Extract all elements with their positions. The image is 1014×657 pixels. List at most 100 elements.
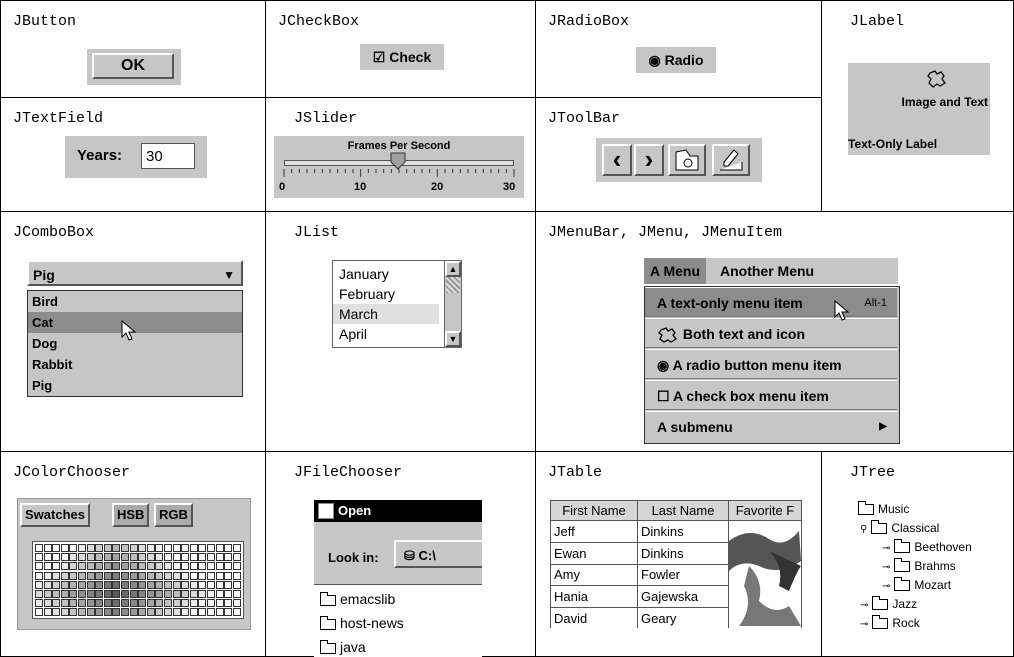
color-swatch[interactable]: [224, 562, 233, 571]
color-swatch[interactable]: [121, 590, 129, 598]
color-swatch[interactable]: [181, 571, 190, 580]
color-swatch[interactable]: [232, 544, 241, 552]
tree-node-jazz[interactable]: ⊸ Jazz: [860, 595, 917, 613]
color-swatch[interactable]: [146, 608, 155, 617]
list-item[interactable]: java: [320, 639, 366, 655]
color-swatch[interactable]: [86, 608, 95, 617]
color-swatch[interactable]: [103, 562, 112, 571]
tool-button-4[interactable]: [712, 144, 750, 176]
color-swatch[interactable]: [189, 608, 198, 617]
combo-box[interactable]: Pig ▼: [27, 260, 243, 286]
color-swatch[interactable]: [69, 553, 78, 562]
color-swatch[interactable]: [215, 599, 224, 608]
color-swatch[interactable]: [215, 580, 224, 589]
color-swatch[interactable]: [198, 608, 207, 617]
color-swatch[interactable]: [78, 608, 86, 617]
color-swatch[interactable]: [146, 571, 155, 580]
color-swatch[interactable]: [35, 544, 43, 552]
color-swatch[interactable]: [69, 590, 78, 598]
color-swatch[interactable]: [43, 590, 52, 598]
color-swatch[interactable]: [146, 553, 155, 562]
color-swatch[interactable]: [121, 580, 129, 589]
combo-option[interactable]: Pig: [28, 375, 242, 396]
color-swatch[interactable]: [35, 571, 43, 580]
color-swatch[interactable]: [146, 599, 155, 608]
color-swatch[interactable]: [129, 562, 138, 571]
color-swatch[interactable]: [207, 580, 215, 589]
color-swatch[interactable]: [95, 580, 104, 589]
color-swatch[interactable]: [86, 580, 95, 589]
color-swatch[interactable]: [103, 580, 112, 589]
menu-a[interactable]: A Menu: [644, 258, 707, 284]
color-swatch[interactable]: [52, 562, 61, 571]
color-swatch[interactable]: [52, 544, 61, 552]
tree-node-classical[interactable]: ⚲ Classical: [860, 519, 939, 537]
color-swatch[interactable]: [52, 608, 61, 617]
menu-item-radio[interactable]: ◉ A radio button menu item: [645, 349, 897, 379]
color-swatch[interactable]: [198, 590, 207, 598]
color-swatch[interactable]: [86, 562, 95, 571]
color-swatch[interactable]: [232, 590, 241, 598]
color-swatch[interactable]: [232, 571, 241, 580]
color-swatch[interactable]: [78, 590, 86, 598]
table-cell[interactable]: Hania: [550, 585, 638, 609]
color-swatch[interactable]: [43, 562, 52, 571]
table-cell[interactable]: Dinkins: [637, 520, 729, 543]
color-swatch[interactable]: [181, 544, 190, 552]
table-cell[interactable]: Geary: [637, 607, 729, 628]
color-swatch[interactable]: [121, 544, 129, 552]
list-item[interactable]: April: [333, 324, 439, 344]
color-swatch[interactable]: [121, 599, 129, 608]
color-swatch[interactable]: [138, 599, 147, 608]
color-swatch[interactable]: [181, 562, 190, 571]
color-swatch[interactable]: [138, 553, 147, 562]
color-swatch[interactable]: [164, 562, 172, 571]
color-swatch[interactable]: [78, 544, 86, 552]
radio-button[interactable]: ◉ Radio: [636, 47, 716, 73]
color-swatch[interactable]: [155, 590, 164, 598]
color-swatch[interactable]: [181, 608, 190, 617]
color-swatch[interactable]: [69, 571, 78, 580]
color-swatch[interactable]: [103, 608, 112, 617]
color-swatch[interactable]: [138, 580, 147, 589]
color-swatch[interactable]: [52, 590, 61, 598]
color-swatch[interactable]: [69, 599, 78, 608]
color-swatch[interactable]: [224, 580, 233, 589]
color-swatch[interactable]: [164, 590, 172, 598]
color-swatch[interactable]: [224, 571, 233, 580]
menu-item-submenu[interactable]: A submenu ▶: [645, 411, 897, 441]
color-swatch[interactable]: [146, 590, 155, 598]
tree-node-root[interactable]: Music: [858, 500, 909, 518]
table-cell[interactable]: Fowler: [637, 563, 729, 587]
color-swatch[interactable]: [43, 571, 52, 580]
menu-item-text-only[interactable]: A text-only menu item Alt-1: [645, 287, 897, 317]
color-swatch[interactable]: [198, 553, 207, 562]
color-swatch[interactable]: [112, 590, 121, 598]
color-swatch[interactable]: [172, 599, 181, 608]
color-swatch[interactable]: [121, 608, 129, 617]
color-swatch[interactable]: [86, 590, 95, 598]
color-swatch[interactable]: [138, 571, 147, 580]
color-swatch[interactable]: [103, 590, 112, 598]
color-swatch[interactable]: [69, 608, 78, 617]
color-swatch[interactable]: [95, 590, 104, 598]
color-swatch[interactable]: [112, 562, 121, 571]
color-swatch[interactable]: [198, 571, 207, 580]
color-swatch[interactable]: [86, 544, 95, 552]
color-swatch[interactable]: [189, 562, 198, 571]
color-swatch[interactable]: [35, 553, 43, 562]
color-swatch[interactable]: [189, 571, 198, 580]
color-swatch[interactable]: [215, 590, 224, 598]
color-swatch[interactable]: [35, 580, 43, 589]
color-swatch[interactable]: [181, 580, 190, 589]
image-cell[interactable]: [728, 520, 802, 628]
color-swatch[interactable]: [78, 580, 86, 589]
years-input[interactable]: 30: [141, 143, 195, 169]
column-header[interactable]: First Name: [550, 500, 638, 521]
color-swatch[interactable]: [35, 590, 43, 598]
color-swatch[interactable]: [60, 553, 69, 562]
color-swatch[interactable]: [207, 599, 215, 608]
color-swatch[interactable]: [35, 599, 43, 608]
color-swatch[interactable]: [224, 590, 233, 598]
look-in-combo[interactable]: ⛁ C:\: [394, 540, 482, 568]
